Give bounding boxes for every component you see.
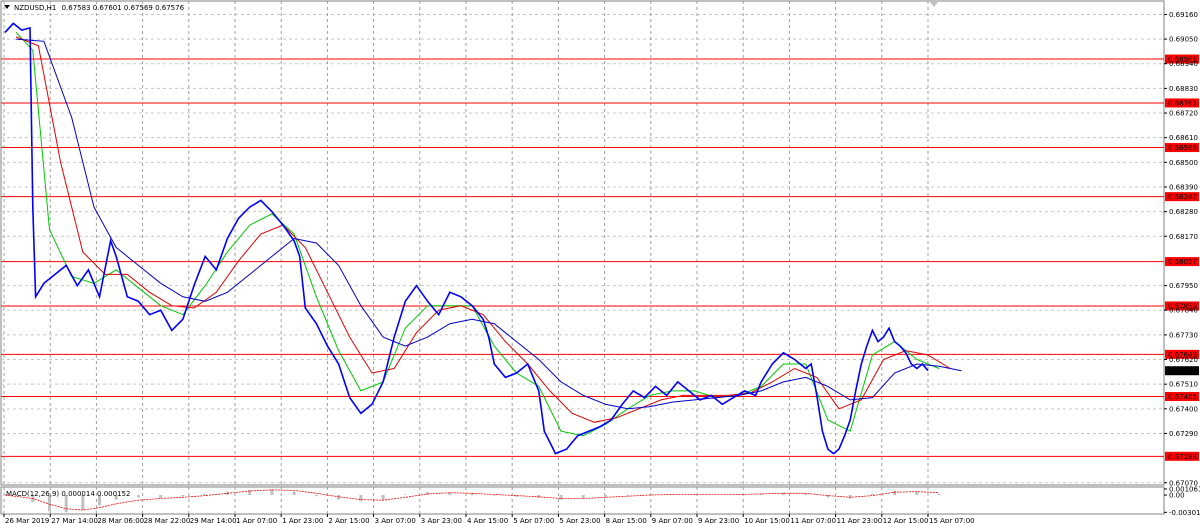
- time-tick-label: 5 Apr 23:00: [559, 517, 600, 523]
- time-tick-label: 3 Apr 23:00: [421, 517, 462, 523]
- time-tick-label: 11 Apr 23:00: [837, 517, 883, 523]
- macd-label: MACD(12,26,9) 0.000014 0.000152: [6, 490, 130, 498]
- symbol-name: NZDUSD,H1: [14, 4, 56, 12]
- time-tick-label: 29 Mar 14:00: [190, 517, 237, 523]
- time-tick-label: 1 Apr 23:00: [282, 517, 323, 523]
- price-level-label: 0.67188: [1168, 453, 1197, 461]
- price-tick-label: 0.68170: [1169, 233, 1198, 241]
- trading-chart[interactable]: 0.689610.687650.685660.683470.680570.678…: [0, 0, 1200, 523]
- macd-tick-label: 0.00: [1169, 492, 1185, 500]
- time-tick-label: 9 Apr 07:00: [652, 517, 693, 523]
- symbol-readout: NZDUSD,H1 0.67583 0.67601 0.67569 0.6757…: [14, 4, 185, 12]
- price-tick-label: 0.67510: [1169, 381, 1198, 389]
- price-level-label: 0.68347: [1168, 193, 1197, 201]
- price-tick-label: 0.68720: [1169, 110, 1198, 118]
- price-tick-label: 0.67840: [1169, 307, 1198, 315]
- price-level-label: 0.67455: [1168, 393, 1197, 401]
- macd-tick-label: -0.003011: [1169, 509, 1200, 517]
- time-tick-label: 15 Apr 07:00: [929, 517, 975, 523]
- time-tick-label: 5 Apr 07:00: [513, 517, 554, 523]
- price-tick-label: 0.68610: [1169, 134, 1198, 142]
- time-tick-label: 26 Mar 2019: [5, 517, 49, 523]
- time-tick-label: 28 Mar 06:00: [97, 517, 144, 523]
- time-tick-label: 4 Apr 15:00: [467, 517, 508, 523]
- price-tick-label: 0.68500: [1169, 159, 1198, 167]
- time-tick-label: 11 Apr 07:00: [790, 517, 836, 523]
- time-tick-label: 28 Mar 22:00: [144, 517, 191, 523]
- time-tick-label: 9 Apr 23:00: [698, 517, 739, 523]
- ohlc-values: 0.67583 0.67601 0.67569 0.67576: [62, 4, 185, 12]
- price-tick-label: 0.68280: [1169, 208, 1198, 216]
- price-level-label: 0.68057: [1168, 258, 1197, 266]
- time-tick-label: 2 Apr 15:00: [328, 517, 369, 523]
- price-tick-label: 0.68390: [1169, 183, 1198, 191]
- price-level-label: 0.68765: [1168, 99, 1197, 107]
- price-tick-label: 0.67950: [1169, 282, 1198, 290]
- time-tick-label: 12 Apr 15:00: [883, 517, 929, 523]
- current-price-label: 0.67576: [1168, 367, 1197, 375]
- time-tick-label: 27 Mar 14:00: [51, 517, 98, 523]
- price-tick-label: 0.69050: [1169, 36, 1198, 44]
- price-tick-label: 0.67290: [1169, 430, 1198, 438]
- price-tick-label: 0.67400: [1169, 405, 1198, 413]
- time-tick-label: 10 Apr 15:00: [744, 517, 790, 523]
- price-tick-label: 0.68940: [1169, 60, 1198, 68]
- time-tick-label: 8 Apr 15:00: [606, 517, 647, 523]
- price-tick-label: 0.69160: [1169, 11, 1198, 19]
- price-tick-label: 0.67620: [1169, 356, 1198, 364]
- time-tick-label: 3 Apr 07:00: [375, 517, 416, 523]
- price-tick-label: 0.68830: [1169, 85, 1198, 93]
- price-level-label: 0.68566: [1168, 144, 1197, 152]
- time-tick-label: 1 Apr 07:00: [236, 517, 277, 523]
- price-tick-label: 0.67730: [1169, 331, 1198, 339]
